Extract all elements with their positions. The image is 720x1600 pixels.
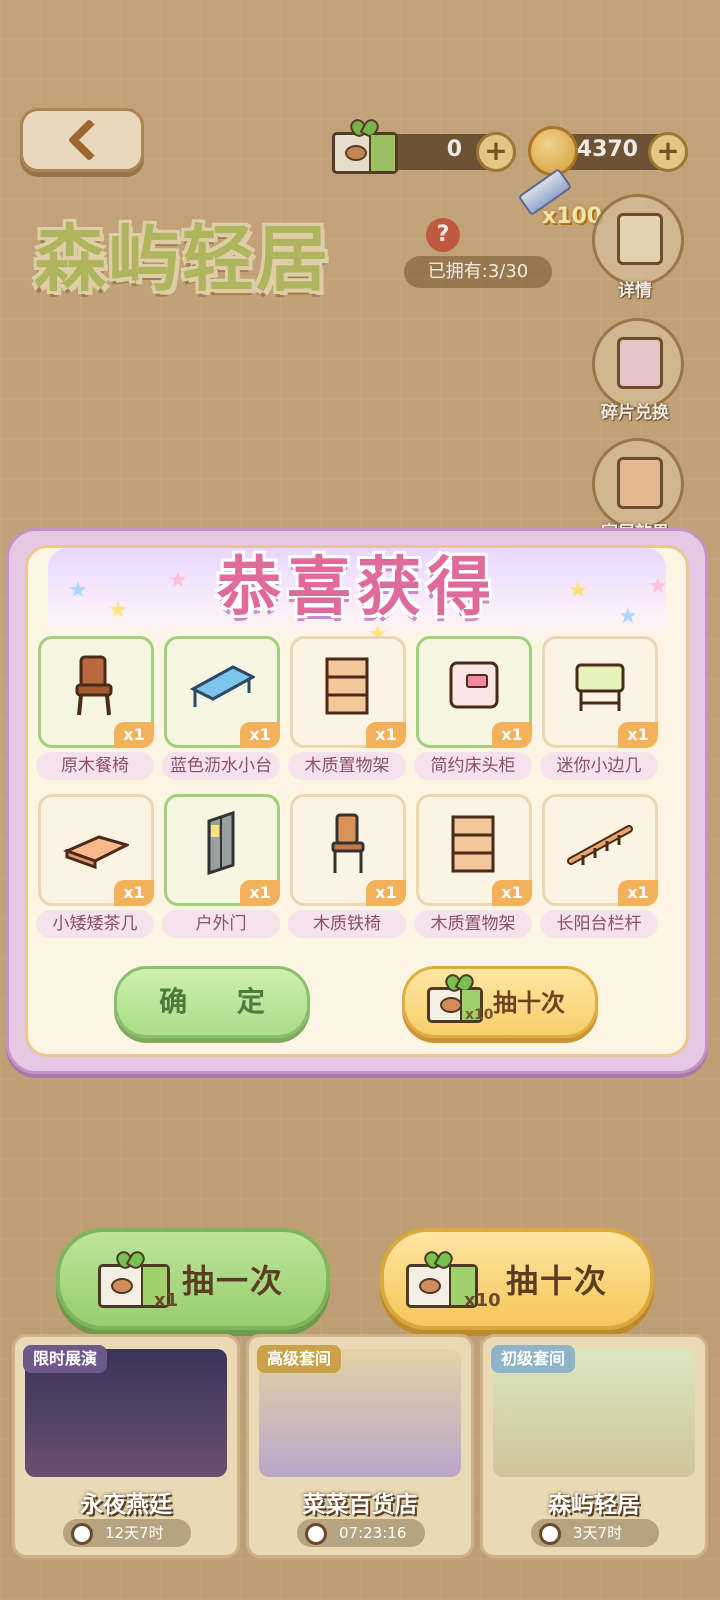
draw-ten-button[interactable]: x10 抽十次 <box>380 1228 654 1330</box>
reward-item[interactable]: x1 木质置物架 <box>288 636 406 784</box>
item-qty: x1 <box>114 880 154 906</box>
item-card: x1 <box>38 636 154 748</box>
wooden-shelf-icon <box>325 657 369 715</box>
item-card: x1 <box>290 794 406 906</box>
item-qty: x1 <box>366 722 406 748</box>
item-qty: x1 <box>114 722 154 748</box>
item-card: x1 <box>416 636 532 748</box>
reward-item[interactable]: x1 木质置物架 <box>414 794 532 942</box>
item-card: x1 <box>164 794 280 906</box>
side-table-icon <box>575 663 625 711</box>
item-name: 原木餐椅 <box>36 752 154 780</box>
reward-item[interactable]: x1 木质铁椅 <box>288 794 406 942</box>
nightstand-icon <box>449 661 499 709</box>
pack-card[interactable]: 限时展演 永夜燕廷 12天7时 <box>12 1334 240 1558</box>
item-name: 木质铁椅 <box>288 910 406 938</box>
clock-icon <box>305 1523 327 1545</box>
item-card: x1 <box>542 794 658 906</box>
pack-tag: 高级套间 <box>257 1345 342 1373</box>
pack-card[interactable]: 初级套间 森屿轻居 3天7时 <box>480 1334 708 1558</box>
clock-icon <box>71 1523 93 1545</box>
ticket-multiplier: x10 <box>464 1290 501 1311</box>
balcony-railing-icon <box>567 825 633 865</box>
item-card: x1 <box>164 636 280 748</box>
iron-chair-icon <box>331 813 365 873</box>
item-card: x1 <box>290 636 406 748</box>
reward-item[interactable]: x1 简约床头柜 <box>414 636 532 784</box>
draw-one-button[interactable]: x1 抽一次 <box>56 1228 330 1330</box>
ticket-multiplier: x1 <box>154 1290 179 1311</box>
reward-item[interactable]: x1 蓝色沥水小台 <box>162 636 280 784</box>
reward-item[interactable]: x1 小矮矮茶几 <box>36 794 154 942</box>
draw-one-label: 抽一次 <box>182 1262 285 1300</box>
item-name: 蓝色沥水小台 <box>162 752 280 780</box>
pack-name: 菜菜百货店 <box>302 1492 418 1518</box>
reward-grid: x1 原木餐椅 x1 蓝色沥水小台 x1 木质置物架 x1 简约床头柜 x1 迷… <box>36 636 678 946</box>
wooden-chair-icon <box>75 655 113 716</box>
item-qty: x1 <box>618 880 658 906</box>
item-qty: x1 <box>492 722 532 748</box>
item-name: 户外门 <box>162 910 280 938</box>
item-card: x1 <box>38 794 154 906</box>
draw-ten-label: 抽十次 <box>493 989 565 1017</box>
item-card: x1 <box>542 636 658 748</box>
item-qty: x1 <box>240 880 280 906</box>
ticket-multiplier: x10 <box>465 1007 494 1023</box>
reward-item[interactable]: x1 户外门 <box>162 794 280 942</box>
pack-tag: 初级套间 <box>491 1345 576 1373</box>
item-qty: x1 <box>366 880 406 906</box>
item-name: 简约床头柜 <box>414 752 532 780</box>
outdoor-door-icon <box>207 811 235 876</box>
pack-name: 森屿轻居 <box>548 1492 640 1518</box>
pack-name: 永夜燕廷 <box>80 1492 172 1518</box>
reward-item[interactable]: x1 长阳台栏杆 <box>540 794 658 942</box>
item-name: 木质置物架 <box>414 910 532 938</box>
draw-ten-label: 抽十次 <box>506 1262 609 1300</box>
low-tea-table-icon <box>63 835 129 870</box>
pack-card[interactable]: 高级套间 菜菜百货店 07:23:16 <box>246 1334 474 1558</box>
reward-item[interactable]: x1 原木餐椅 <box>36 636 154 784</box>
dialog-draw-ten-button[interactable]: x10 抽十次 <box>402 966 598 1038</box>
confirm-button[interactable]: 确 定 <box>114 966 310 1038</box>
item-card: x1 <box>416 794 532 906</box>
pack-tag: 限时展演 <box>23 1345 108 1373</box>
item-name: 迷你小边几 <box>540 752 658 780</box>
item-name: 木质置物架 <box>288 752 406 780</box>
dialog-title: 恭喜获得 <box>217 551 497 625</box>
reward-item[interactable]: x1 迷你小边几 <box>540 636 658 784</box>
blue-drain-table-icon <box>189 665 255 707</box>
item-qty: x1 <box>240 722 280 748</box>
item-qty: x1 <box>492 880 532 906</box>
item-qty: x1 <box>618 722 658 748</box>
item-name: 小矮矮茶几 <box>36 910 154 938</box>
wooden-shelf-icon <box>451 815 495 873</box>
item-name: 长阳台栏杆 <box>540 910 658 938</box>
clock-icon <box>539 1523 561 1545</box>
